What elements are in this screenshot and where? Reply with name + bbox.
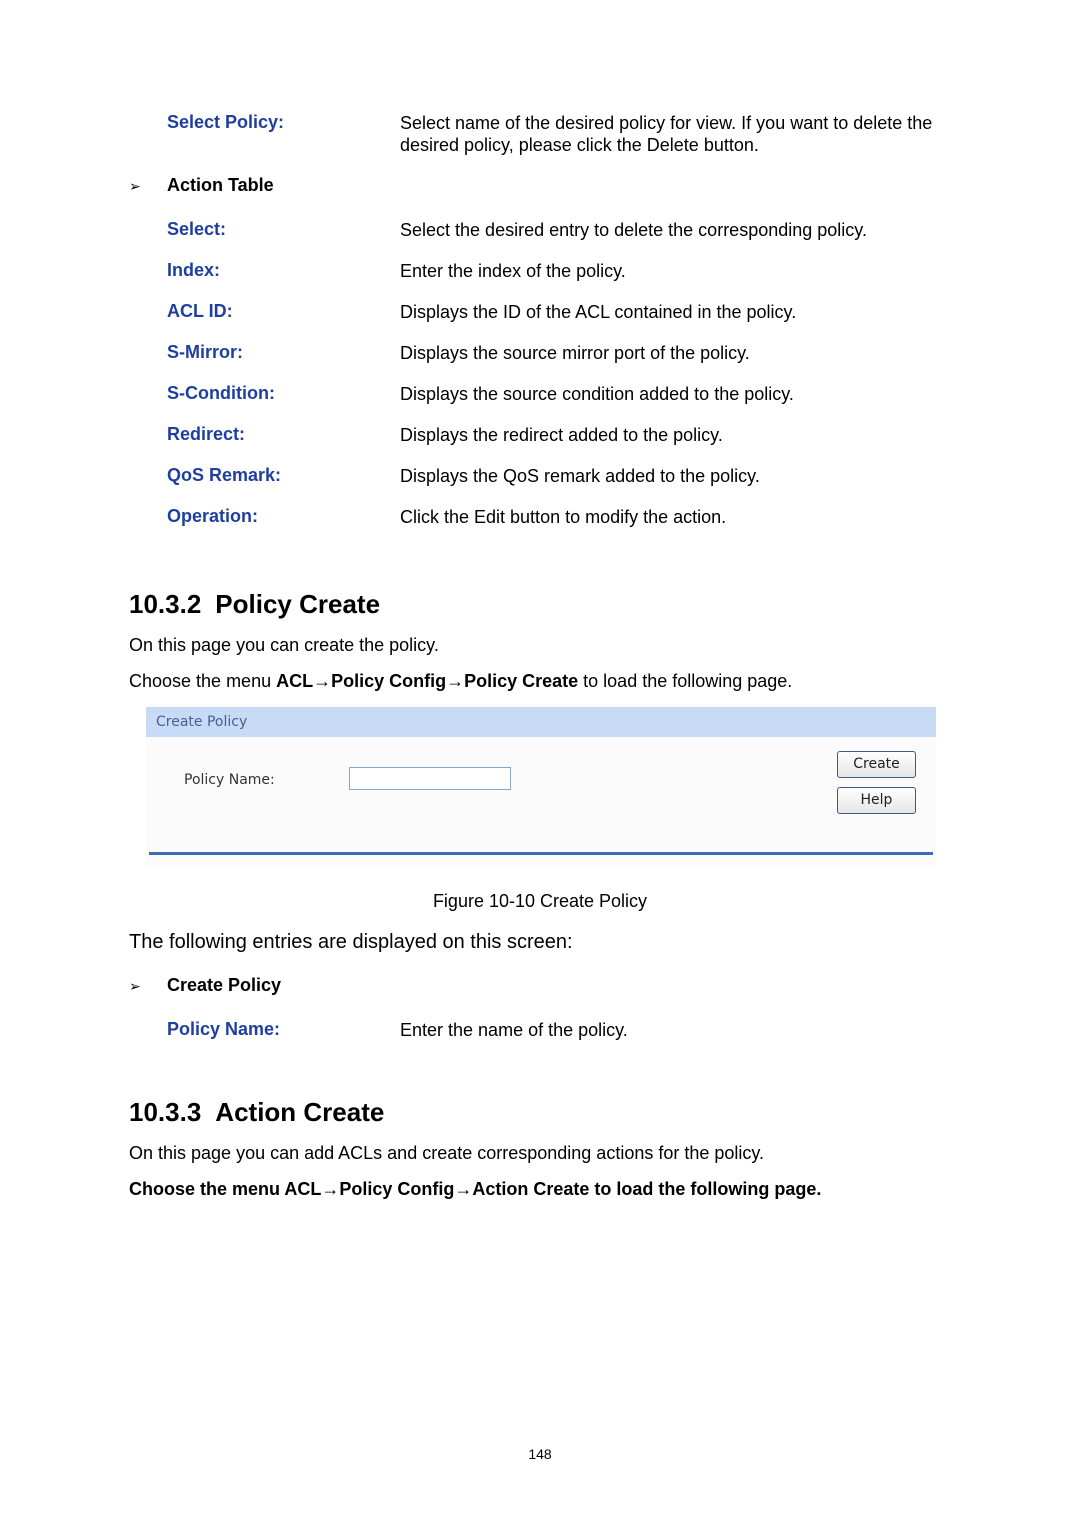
policy-name-label: Policy Name:: [184, 772, 275, 788]
desc-redirect: Displays the redirect added to the polic…: [400, 425, 723, 445]
action-create-menu-instruction: Choose the menu ACL→Policy Config→Action…: [129, 1179, 822, 1199]
menu-path: ACL→Policy Config→Policy Create: [276, 671, 579, 691]
term-select: Select:: [167, 219, 227, 239]
panel-divider: [149, 852, 933, 855]
desc-select: Select the desired entry to delete the c…: [400, 220, 867, 240]
action-table-heading: ➢ Action Table: [129, 175, 274, 196]
desc-s-mirror: Displays the source mirror port of the p…: [400, 343, 750, 363]
section-title: Action Create: [215, 1097, 385, 1127]
term-s-mirror: S-Mirror:: [167, 342, 243, 362]
figure-caption: Figure 10-10 Create Policy: [432, 891, 648, 911]
term-index: Index:: [167, 260, 221, 280]
desc-policy-name: Enter the name of the policy.: [400, 1020, 628, 1040]
term-policy-name: Policy Name:: [167, 1019, 281, 1039]
page-number: 148: [528, 1446, 552, 1462]
policy-create-menu-instruction: Choose the menu ACL→Policy Config→Policy…: [129, 671, 792, 692]
policy-create-intro: On this page you can create the policy.: [129, 635, 439, 655]
section-number: 10.3.3: [129, 1097, 202, 1127]
section-number: 10.3.2: [129, 589, 202, 619]
create-policy-figure: Create Policy Policy Name: Create Help: [146, 707, 936, 867]
section-heading-action-create: 10.3.3 Action Create: [129, 1097, 384, 1128]
create-button[interactable]: Create: [837, 751, 916, 778]
create-policy-panel-header: Create Policy: [146, 707, 936, 737]
help-button[interactable]: Help: [837, 787, 916, 814]
term-qos-remark: QoS Remark:: [167, 465, 282, 485]
term-select-policy: Select Policy:: [167, 112, 285, 132]
term-acl-id: ACL ID:: [167, 301, 233, 321]
entries-lead: The following entries are displayed on t…: [129, 931, 573, 953]
desc-select-policy: Select name of the desired policy for vi…: [400, 113, 933, 155]
bullet-arrow-icon: ➢: [129, 178, 141, 194]
action-table-title: Action Table: [167, 175, 274, 195]
menu-prefix: Choose the menu: [129, 671, 277, 691]
action-create-intro: On this page you can add ACLs and create…: [129, 1143, 765, 1163]
desc-operation: Click the Edit button to modify the acti…: [400, 507, 727, 527]
create-policy-title: Create Policy: [167, 975, 282, 995]
bullet-arrow-icon: ➢: [129, 978, 141, 994]
policy-name-input[interactable]: [349, 767, 511, 790]
section-title: Policy Create: [215, 589, 381, 619]
term-s-condition: S-Condition:: [167, 383, 275, 403]
desc-acl-id: Displays the ID of the ACL contained in …: [400, 302, 797, 322]
panel-title: Create Policy: [156, 714, 248, 730]
desc-index: Enter the index of the policy.: [400, 261, 626, 281]
create-policy-heading: ➢ Create Policy: [129, 975, 281, 996]
menu-suffix: to load the following page.: [578, 671, 793, 691]
desc-s-condition: Displays the source condition added to t…: [400, 384, 794, 404]
term-operation: Operation:: [167, 506, 259, 526]
desc-qos-remark: Displays the QoS remark added to the pol…: [400, 466, 760, 486]
term-redirect: Redirect:: [167, 424, 246, 444]
section-heading-policy-create: 10.3.2 Policy Create: [129, 589, 380, 620]
